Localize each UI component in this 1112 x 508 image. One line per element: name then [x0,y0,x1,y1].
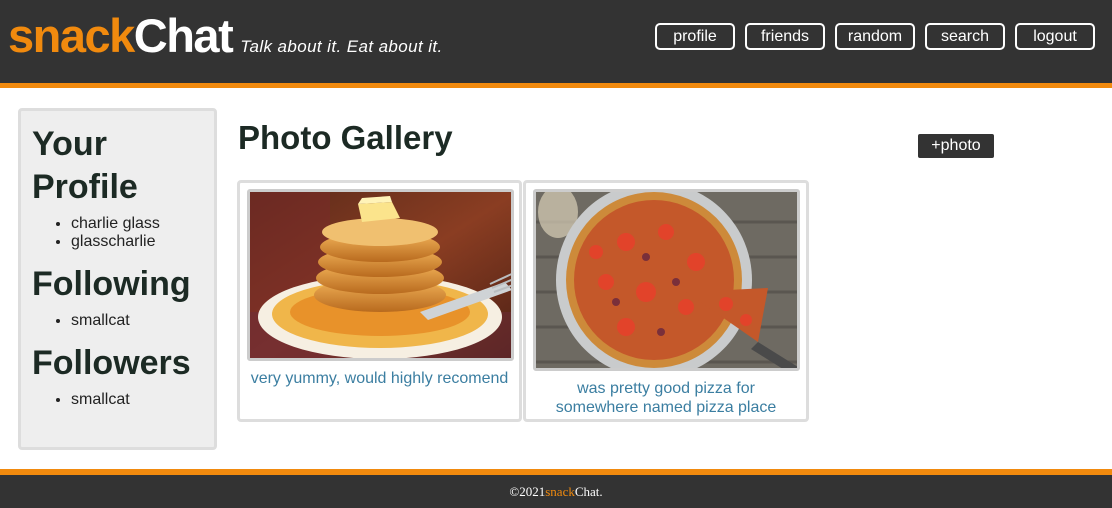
follower-item[interactable]: smallcat [71,391,203,409]
profile-button[interactable]: profile [655,23,735,50]
site-header: snackChat Talk about it. Eat about it. p… [0,0,1112,88]
brand-name: snackChat [8,9,234,62]
profile-list: charlie glass glasscharlie [71,215,203,251]
followers-list: smallcat [71,391,203,409]
brand-logo[interactable]: snackChat Talk about it. Eat about it. [8,12,443,59]
pancakes-image [250,192,511,358]
brand-snack: snack [8,9,135,62]
pizza-photo[interactable] [533,189,800,371]
profile-username: glasscharlie [71,233,203,251]
profile-sidebar: Your Profile charlie glass glasscharlie … [18,108,217,450]
footer-brand-snack: snack [545,483,575,499]
your-profile-heading: Your Profile [32,123,203,209]
page-title: Photo Gallery [238,119,453,156]
top-nav: profile friends random search logout [655,23,1095,50]
following-item[interactable]: smallcat [71,312,203,330]
pizza-image [536,192,797,368]
brand-chat: Chat [133,9,234,62]
photo-caption: very yummy, would highly recomend [250,370,509,387]
add-photo-button[interactable]: +photo [918,134,994,158]
following-heading: Following [32,265,191,303]
tagline: Talk about it. Eat about it. [240,37,443,56]
followers-heading: Followers [32,344,191,382]
profile-name: charlie glass [71,215,203,233]
photo-card[interactable]: very yummy, would highly recomend [237,180,522,422]
main-content: Photo Gallery [238,118,453,158]
copyright-prefix: ©2021 [509,483,546,499]
footer-brand-chat: Chat. [574,483,603,499]
following-list: smallcat [71,312,203,330]
heading-line-1: Your [32,125,107,163]
photo-caption: was pretty good pizza for somewhere name… [555,380,777,416]
photo-card[interactable]: was pretty good pizza for somewhere name… [523,180,809,422]
pancakes-photo[interactable] [247,189,514,361]
heading-line-2: Profile [32,168,138,206]
friends-button[interactable]: friends [745,23,825,50]
random-button[interactable]: random [835,23,915,50]
site-footer: ©2021 snack Chat. [0,469,1112,508]
search-button[interactable]: search [925,23,1005,50]
logout-button[interactable]: logout [1015,23,1095,50]
